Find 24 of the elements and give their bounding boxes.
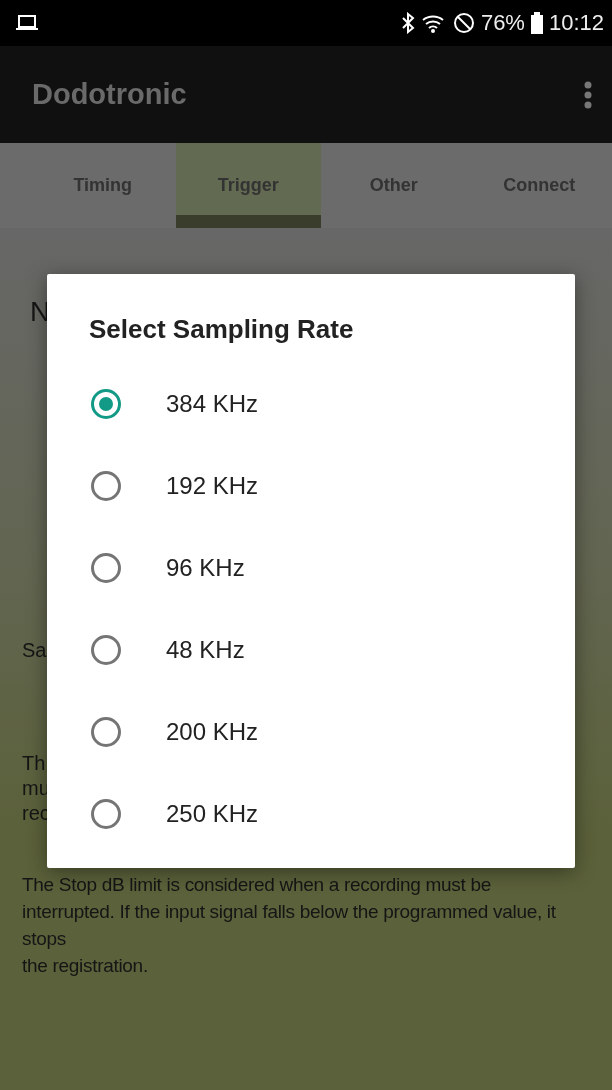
option-label[interactable]: 200 KHz — [166, 718, 259, 746]
radio-button[interactable] — [91, 635, 121, 665]
battery-percent: 76% — [480, 10, 525, 36]
option-label[interactable]: 250 KHz — [166, 800, 259, 828]
option-label[interactable]: 96 KHz — [166, 554, 245, 582]
field-label: Sa — [22, 638, 47, 663]
dialog-title: Select Sampling Rate — [89, 314, 355, 345]
radio-button[interactable] — [91, 389, 121, 419]
blocked-icon — [452, 12, 475, 34]
app-title: Dodotronic — [32, 78, 187, 111]
option-label[interactable]: 192 KHz — [166, 472, 259, 500]
clock-time: 10:12 — [548, 10, 604, 36]
radio-button[interactable] — [91, 471, 121, 501]
more-options-icon[interactable] — [584, 80, 592, 109]
paragraph-text: The Stop dB limit is considered when a recording must be interrupted. If the input signal falls below the programmed value, it stops the registration. — [22, 873, 557, 978]
battery-icon — [530, 12, 543, 34]
radio-button[interactable] — [91, 553, 121, 583]
radio-button[interactable] — [91, 717, 121, 747]
option-label[interactable]: 48 KHz — [166, 636, 245, 664]
bluetooth-icon — [400, 12, 415, 34]
radio-button[interactable] — [91, 799, 121, 829]
laptop-icon — [16, 15, 38, 31]
paragraph-text: Th — [22, 751, 46, 776]
option-label[interactable]: 384 KHz — [166, 390, 259, 418]
